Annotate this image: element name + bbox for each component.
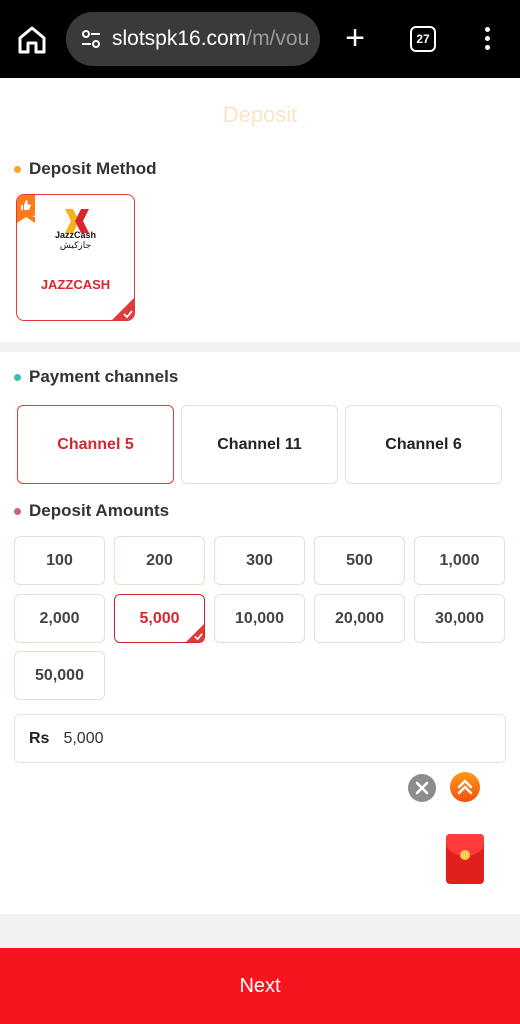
method-label: JAZZCASH bbox=[40, 277, 111, 292]
url-path: /m/vou bbox=[246, 27, 310, 50]
amount-option-selected[interactable]: 5,000 bbox=[114, 594, 205, 643]
amount-input-value[interactable]: 5,000 bbox=[63, 730, 103, 748]
url-text: slotspk16.com/m/vou bbox=[112, 27, 309, 51]
currency-label: Rs bbox=[29, 729, 50, 747]
deposit-method-title: Deposit Method bbox=[29, 159, 157, 178]
section-divider bbox=[0, 342, 520, 352]
jazzcash-logo-text: JazzCash bbox=[54, 230, 97, 240]
amount-option[interactable]: 500 bbox=[314, 536, 405, 585]
amount-option[interactable]: 200 bbox=[114, 536, 205, 585]
browser-toolbar: slotspk16.com/m/vou + 27 bbox=[0, 0, 520, 78]
tab-switcher-button[interactable]: 27 bbox=[410, 26, 436, 52]
section-dot-icon bbox=[14, 373, 21, 381]
method-card-jazzcash[interactable]: JazzCash جازکیش JAZZCASH bbox=[16, 194, 135, 321]
channel-option[interactable]: Channel 11 bbox=[181, 405, 338, 484]
amount-option[interactable]: 10,000 bbox=[214, 594, 305, 643]
site-settings-icon[interactable] bbox=[80, 28, 102, 50]
address-bar[interactable]: slotspk16.com/m/vou bbox=[66, 12, 320, 66]
amount-option[interactable]: 20,000 bbox=[314, 594, 405, 643]
amount-option[interactable]: 1,000 bbox=[414, 536, 505, 585]
more-menu-icon[interactable] bbox=[478, 24, 496, 54]
bottom-spacer bbox=[0, 914, 520, 948]
url-host: slotspk16.com bbox=[112, 27, 247, 50]
clear-icon[interactable] bbox=[408, 774, 436, 802]
red-envelope-icon[interactable] bbox=[446, 834, 484, 884]
selected-check-icon bbox=[186, 624, 204, 642]
amount-option[interactable]: 50,000 bbox=[14, 651, 105, 700]
jazzcash-logo-urdu: جازکیش bbox=[59, 240, 92, 250]
thumbs-up-badge-icon bbox=[17, 195, 35, 223]
payment-channels-title: Payment channels bbox=[29, 367, 179, 386]
scroll-to-top-icon[interactable] bbox=[450, 772, 480, 802]
amount-field[interactable]: Rs 5,000 bbox=[14, 714, 506, 763]
section-dot-icon bbox=[14, 165, 21, 173]
amount-option[interactable]: 300 bbox=[214, 536, 305, 585]
payment-channels-heading: Payment channels bbox=[14, 367, 178, 387]
page-title: Deposit bbox=[222, 102, 298, 126]
channel-option[interactable]: Channel 5 bbox=[17, 405, 174, 484]
tab-count: 27 bbox=[416, 32, 430, 46]
new-tab-icon[interactable]: + bbox=[340, 21, 370, 56]
deposit-method-heading: Deposit Method bbox=[14, 159, 157, 179]
amount-option[interactable]: 30,000 bbox=[414, 594, 505, 643]
selected-check-icon bbox=[112, 298, 134, 320]
deposit-amounts-heading: Deposit Amounts bbox=[14, 501, 169, 521]
section-dot-icon bbox=[14, 507, 21, 515]
amount-option[interactable]: 2,000 bbox=[14, 594, 105, 643]
next-button[interactable]: Next bbox=[0, 948, 520, 1024]
deposit-amounts-title: Deposit Amounts bbox=[29, 501, 170, 520]
channel-option[interactable]: Channel 6 bbox=[345, 405, 502, 484]
home-icon[interactable] bbox=[14, 22, 50, 58]
amount-option[interactable]: 100 bbox=[14, 536, 105, 585]
